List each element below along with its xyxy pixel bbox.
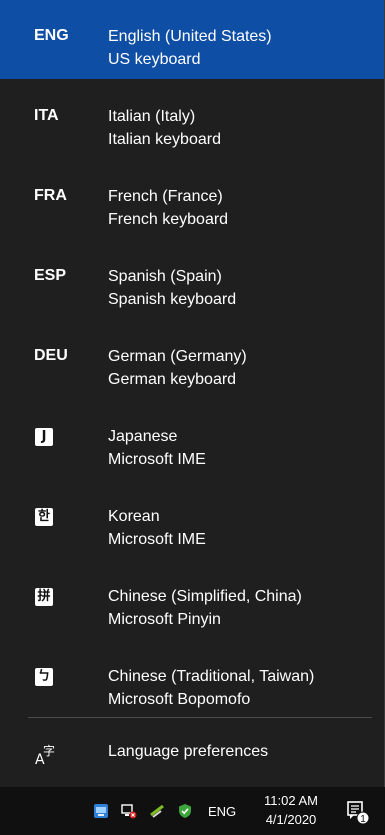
language-item-eng[interactable]: ENG English (United States) US keyboard bbox=[0, 0, 384, 79]
language-name: French (France) bbox=[108, 188, 223, 205]
taskbar: ENG 11:02 AM 4/1/2020 1 bbox=[0, 787, 385, 835]
keyboard-name: German keyboard bbox=[108, 371, 237, 388]
language-name: Italian (Italy) bbox=[108, 108, 196, 125]
language-code: ESP bbox=[34, 267, 67, 284]
language-code: ITA bbox=[34, 107, 59, 124]
language-name: Korean bbox=[108, 508, 160, 525]
language-item-chinese-traditional[interactable]: ㄅ Chinese (Traditional, Taiwan) Microsof… bbox=[0, 640, 384, 719]
clock-date: 4/1/2020 bbox=[265, 812, 317, 827]
language-name: English (United States) bbox=[108, 28, 272, 45]
language-name: Spanish (Spain) bbox=[108, 268, 222, 285]
notification-center-icon[interactable]: 1 bbox=[345, 799, 371, 825]
network-disconnected-icon[interactable] bbox=[121, 803, 137, 819]
keyboard-name: US keyboard bbox=[108, 51, 201, 68]
language-preferences-label: Language preferences bbox=[108, 743, 269, 760]
korean-ime-icon: 한 bbox=[35, 508, 53, 526]
bopomofo-ime-icon: ㄅ bbox=[35, 668, 53, 686]
clock-time: 11:02 AM bbox=[264, 793, 318, 808]
language-preferences-link[interactable]: A 字 Language preferences bbox=[0, 718, 384, 787]
network-app-icon[interactable] bbox=[93, 803, 109, 819]
language-name: Chinese (Simplified, China) bbox=[108, 588, 302, 605]
keyboard-name: Microsoft IME bbox=[108, 531, 206, 548]
keyboard-name: French keyboard bbox=[108, 211, 229, 228]
svg-text:字: 字 bbox=[43, 743, 55, 758]
language-item-deu[interactable]: DEU German (Germany) German keyboard bbox=[0, 320, 384, 399]
language-item-japanese[interactable]: J Japanese Microsoft IME bbox=[0, 400, 384, 479]
language-item-korean[interactable]: 한 Korean Microsoft IME bbox=[0, 480, 384, 559]
language-item-ita[interactable]: ITA Italian (Italy) Italian keyboard bbox=[0, 80, 384, 159]
input-language-indicator[interactable]: ENG bbox=[208, 804, 236, 819]
japanese-ime-icon: J bbox=[35, 428, 53, 446]
language-item-esp[interactable]: ESP Spanish (Spain) Spanish keyboard bbox=[0, 240, 384, 319]
language-code: DEU bbox=[34, 347, 68, 364]
language-item-chinese-simplified[interactable]: 拼 Chinese (Simplified, China) Microsoft … bbox=[0, 560, 384, 639]
security-shield-icon[interactable] bbox=[177, 803, 193, 819]
pinyin-ime-icon: 拼 bbox=[35, 588, 53, 606]
keyboard-name: Italian keyboard bbox=[108, 131, 221, 148]
language-code: FRA bbox=[34, 187, 67, 204]
clock[interactable]: 11:02 AM 4/1/2020 bbox=[252, 791, 330, 829]
input-language-flyout: ENG English (United States) US keyboard … bbox=[0, 0, 385, 787]
language-code: ENG bbox=[34, 27, 69, 44]
language-preferences-icon: A 字 bbox=[35, 743, 55, 766]
notification-count: 1 bbox=[360, 814, 366, 825]
language-name: Japanese bbox=[108, 428, 178, 445]
keyboard-name: Microsoft Pinyin bbox=[108, 611, 221, 628]
keyboard-name: Spanish keyboard bbox=[108, 291, 237, 308]
language-item-fra[interactable]: FRA French (France) French keyboard bbox=[0, 160, 384, 239]
keyboard-name: Microsoft IME bbox=[108, 451, 206, 468]
keyboard-name: Microsoft Bopomofo bbox=[108, 691, 251, 708]
nvidia-app-icon[interactable] bbox=[149, 803, 165, 819]
language-name: German (Germany) bbox=[108, 348, 247, 365]
language-name: Chinese (Traditional, Taiwan) bbox=[108, 668, 315, 685]
